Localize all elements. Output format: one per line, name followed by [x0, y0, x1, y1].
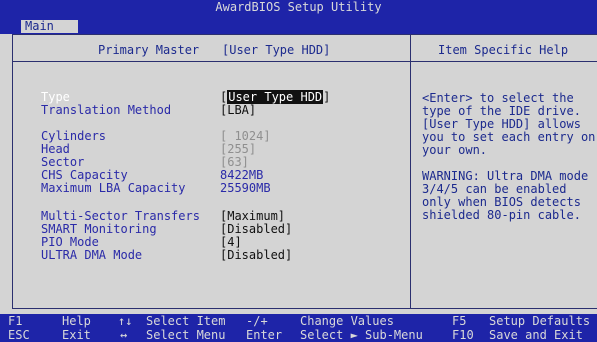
esc-exit-label: Exit	[62, 328, 91, 342]
panel-title-left: Primary Master	[98, 43, 200, 57]
f10-key: F10	[452, 328, 474, 342]
item-help-text: <Enter> to select the type of the IDE dr…	[422, 92, 596, 235]
enter-key: Enter	[246, 328, 283, 342]
help-line: shielded 80-pin cable.	[422, 208, 581, 222]
max-lba-capacity-value: 25590MB	[220, 181, 271, 195]
help-line: type of the IDE drive.	[422, 104, 581, 118]
setup-defaults-label: Setup Defaults	[489, 314, 591, 328]
type-selected-value[interactable]: User Type HDD	[227, 90, 324, 104]
ultra-dma-mode-label[interactable]: ULTRA DMA Mode	[41, 249, 142, 262]
help-line: [User Type HDD] allows	[422, 117, 581, 131]
panel-title-right: [User Type HDD]	[222, 43, 331, 57]
max-lba-capacity-label: Maximum LBA Capacity	[41, 181, 186, 195]
panel-divider	[410, 35, 411, 308]
help-line: only when BIOS detects	[422, 195, 581, 209]
help-line: you to set each entry on	[422, 130, 596, 144]
select-menu-label: Select Menu	[146, 328, 226, 342]
minus-plus-key: -/+	[246, 314, 268, 328]
type-bracket-close: ]	[323, 90, 331, 104]
translation-method-label[interactable]: Translation Method	[41, 104, 171, 117]
help-line: 3/4/5 can be enabled	[422, 182, 567, 196]
change-values-label: Change Values	[300, 314, 394, 328]
help-paragraph-enter: <Enter> to select the type of the IDE dr…	[422, 92, 596, 157]
save-and-exit-label: Save and Exit	[489, 328, 583, 342]
left-right-arrows-icon: ↔	[120, 328, 128, 342]
select-submenu-label: Select ► Sub-Menu	[300, 328, 423, 342]
f5-key: F5	[452, 314, 467, 328]
f1-help-label: Help	[62, 314, 91, 328]
tab-main[interactable]: Main	[21, 20, 78, 33]
key-legend-bar: F1 Help ↑↓ Select Item -/+ Change Values…	[0, 314, 597, 342]
tab-bar: Main	[0, 14, 597, 34]
app-title: AwardBIOS Setup Utility	[215, 0, 382, 14]
help-line: <Enter> to select the	[422, 91, 574, 105]
left-header-rule	[13, 61, 410, 62]
up-down-arrows-icon: ↑↓	[118, 314, 133, 328]
right-header-rule	[411, 61, 597, 62]
help-paragraph-warning: WARNING: Ultra DMA mode 3/4/5 can be ena…	[422, 170, 596, 222]
translation-method-value[interactable]: [LBA]	[220, 104, 256, 117]
help-line: your own.	[422, 143, 488, 157]
esc-key: ESC	[8, 328, 30, 342]
help-title: Item Specific Help	[438, 43, 569, 57]
help-line: WARNING: Ultra DMA mode	[422, 169, 589, 183]
f1-key: F1	[8, 314, 23, 328]
title-bar: AwardBIOS Setup Utility	[0, 0, 597, 14]
select-item-label: Select Item	[146, 314, 226, 328]
ultra-dma-mode-value[interactable]: [Disabled]	[220, 249, 292, 262]
